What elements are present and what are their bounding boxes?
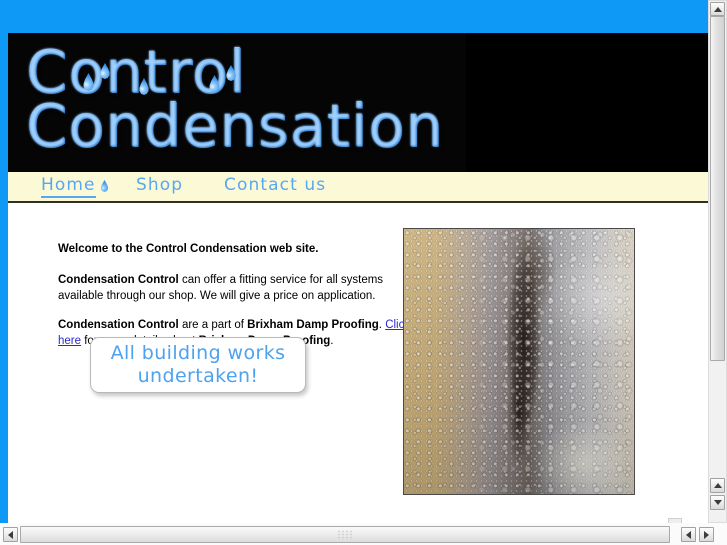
brand-name: Condensation Control bbox=[58, 274, 179, 286]
partner-text-4: . bbox=[330, 335, 334, 347]
scroll-up-button[interactable] bbox=[710, 2, 725, 16]
water-drop-icon bbox=[100, 180, 109, 192]
partner-text-1: are a part of bbox=[178, 319, 248, 331]
promo-line-2: undertaken! bbox=[137, 365, 259, 387]
nav-item-shop[interactable]: Shop bbox=[136, 175, 183, 195]
content-area: Welcome to the Control Condensation web … bbox=[8, 203, 708, 523]
arrow-down-icon bbox=[713, 500, 722, 505]
page-canvas: Control Condensation Home Shop Contact u… bbox=[0, 0, 708, 523]
horizontal-scrollbar-thumb[interactable] bbox=[20, 526, 670, 543]
scroll-right-button[interactable] bbox=[699, 527, 714, 542]
arrow-right-icon bbox=[704, 530, 709, 539]
main-navigation: Home Shop Contact us bbox=[8, 172, 708, 203]
arrow-up-icon bbox=[713, 483, 722, 488]
welcome-heading: Welcome to the Control Condensation web … bbox=[58, 243, 319, 255]
scroll-up-button-bottom[interactable] bbox=[710, 478, 725, 493]
partner-name: Brixham Damp Proofing bbox=[247, 319, 379, 331]
header-banner: Control Condensation bbox=[8, 33, 708, 172]
browser-viewport: Control Condensation Home Shop Contact u… bbox=[0, 0, 727, 545]
promo-box: All building works undertaken! bbox=[90, 337, 306, 393]
scroll-left-button-right-end[interactable] bbox=[681, 527, 696, 542]
arrow-up-icon bbox=[713, 6, 722, 12]
arrow-left-icon bbox=[686, 530, 691, 539]
arrow-left-icon bbox=[8, 530, 13, 539]
grip-dots-icon bbox=[337, 529, 353, 540]
promo-line-1: All building works bbox=[110, 342, 286, 364]
logo-line-condensation: Condensation bbox=[26, 91, 444, 160]
vertical-scrollbar-thumb[interactable] bbox=[710, 16, 725, 361]
brand-name: Condensation Control bbox=[58, 319, 179, 331]
scroll-down-button[interactable] bbox=[710, 495, 725, 510]
nav-item-home[interactable]: Home bbox=[41, 175, 96, 198]
site-wrapper: Control Condensation Home Shop Contact u… bbox=[8, 33, 708, 523]
paragraph-fitting-service: Condensation Control can offer a fitting… bbox=[58, 272, 430, 304]
photo-sheen-layer bbox=[404, 229, 634, 494]
scroll-left-button[interactable] bbox=[3, 527, 18, 542]
logo-image: Control Condensation bbox=[8, 33, 466, 172]
page-bottom-filler bbox=[8, 495, 708, 523]
nav-item-contact-us[interactable]: Contact us bbox=[224, 175, 326, 195]
condensation-photo bbox=[403, 228, 635, 495]
